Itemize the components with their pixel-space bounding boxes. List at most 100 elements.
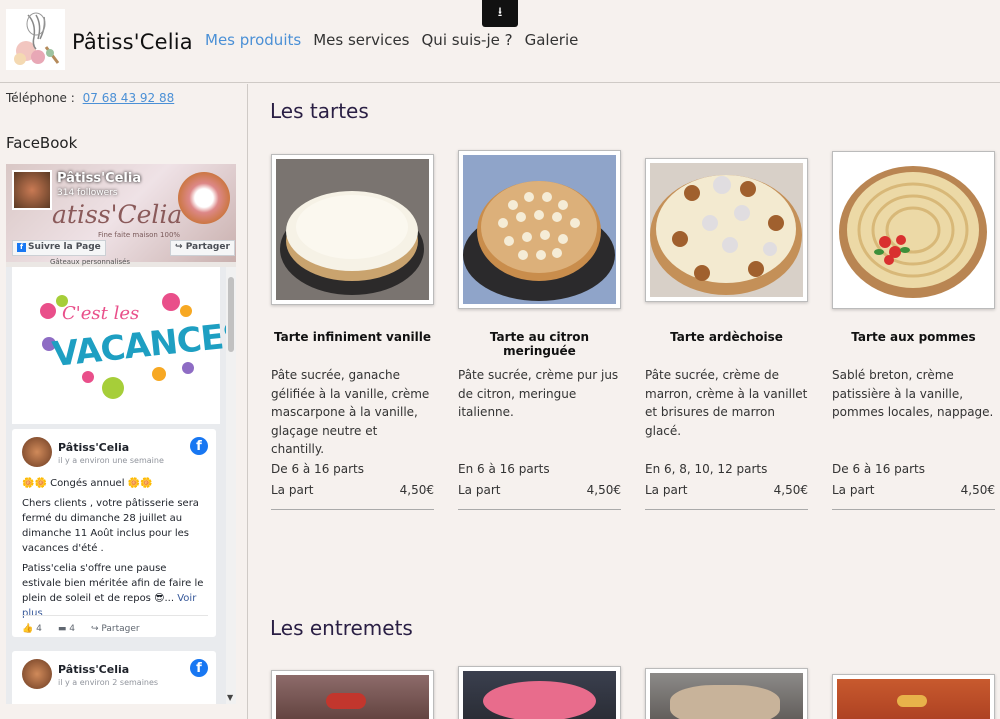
share-arrow-icon: ↪ <box>90 624 99 634</box>
product-name: Tarte ardèchoise <box>670 330 783 344</box>
phone-line: Téléphone : 07 68 43 92 88 <box>6 91 174 105</box>
post-body: 🌼🌼 Congés annuel 🌼🌼 Chers clients , votr… <box>22 476 208 626</box>
avatar[interactable] <box>22 659 52 689</box>
product-price-row: La part 4,50€ <box>645 483 808 510</box>
flower-decor <box>152 367 166 381</box>
phone-link[interactable]: 07 68 43 92 88 <box>83 91 175 105</box>
flower-decor <box>82 371 94 383</box>
facebook-logo-icon[interactable]: f <box>190 659 208 677</box>
product-description: Pâte sucrée, crème de marron, crème à la… <box>645 368 808 438</box>
post-title: 🌼🌼 Congés annuel 🌼🌼 <box>22 478 153 489</box>
product-image-frame[interactable] <box>271 154 434 305</box>
like-count: 4 <box>36 624 42 634</box>
product-card: Tarte au citron meringuée Pâte sucrée, c… <box>458 150 621 514</box>
facebook-heading: FaceBook <box>6 134 78 152</box>
product-portions: En 6, 8, 10, 12 parts <box>645 462 768 476</box>
post-time[interactable]: il y a environ une semaine <box>58 456 164 465</box>
flower-decor <box>182 362 194 374</box>
section-title-entremets: Les entremets <box>270 616 413 640</box>
product-price-row: La part 4,50€ <box>832 483 995 510</box>
cake-decor <box>670 685 780 719</box>
product-description: Pâte sucrée, ganache gélifiée à la vanil… <box>271 368 430 456</box>
nav-qui-suis-je[interactable]: Qui suis-je ? <box>422 31 513 49</box>
fb-followers: 314 followers <box>57 188 118 198</box>
product-image-frame[interactable] <box>271 670 434 719</box>
fb-post[interactable]: Pâtiss'Celia il y a environ 2 semaines f <box>12 651 216 704</box>
product-image-frame[interactable] <box>458 150 621 309</box>
comment-count: 4 <box>69 624 75 634</box>
product-image-frame[interactable] <box>458 666 621 719</box>
product-name: Tarte au citron meringuée <box>489 330 590 358</box>
facebook-logo-icon[interactable]: f <box>190 437 208 455</box>
post-time[interactable]: il y a environ 2 semaines <box>58 678 158 687</box>
nav-mes-produits[interactable]: Mes produits <box>205 31 301 49</box>
product-image <box>650 673 803 719</box>
share-arrow-icon: ↪ <box>175 242 183 252</box>
fb-timeline[interactable]: C'est les VACANCES Pâtiss'Celia il y a e… <box>6 267 236 704</box>
product-price-row: La part 4,50€ <box>458 483 621 510</box>
facebook-widget: atiss'Celia Fine faite maison 100% Pâtis… <box>6 164 236 704</box>
fb-scrollbar[interactable]: ▼ <box>226 267 236 704</box>
product-portions: De 6 à 16 parts <box>832 462 925 476</box>
banner-line-1: C'est les <box>62 303 140 324</box>
site-logo[interactable] <box>6 9 65 70</box>
product-image-frame[interactable] <box>645 158 808 302</box>
comment-action[interactable]: ▬ 4 <box>58 624 75 634</box>
price-value: 4,50€ <box>399 483 434 497</box>
thumbs-up-icon: 👍 <box>22 624 34 634</box>
cake-decor <box>483 681 596 719</box>
product-description: Pâte sucrée, crème pur jus de citron, me… <box>458 368 619 419</box>
avatar[interactable] <box>22 437 52 467</box>
product-portions: De 6 à 16 parts <box>271 462 364 476</box>
cover-cake-image <box>178 172 230 224</box>
price-value: 4,50€ <box>960 483 995 497</box>
flower-decor <box>102 377 124 399</box>
like-action[interactable]: 👍 4 <box>22 624 42 634</box>
post-author[interactable]: Pâtiss'Celia <box>58 441 129 454</box>
vacances-banner-image[interactable]: C'est les VACANCES <box>12 267 236 424</box>
download-icon[interactable]: ⭳ <box>482 0 518 27</box>
cover-tagline: Fine faite maison 100% <box>98 231 181 239</box>
price-unit: La part <box>271 483 314 497</box>
phone-label: Téléphone : <box>6 91 75 105</box>
fb-page-name[interactable]: Pâtiss'Celia <box>57 171 141 186</box>
cake-decor <box>326 693 366 709</box>
product-description: Sablé breton, crème patissière à la vani… <box>832 368 994 419</box>
main-content: Les tartes Tarte infiniment vanille Pâte… <box>249 84 1000 719</box>
post-paragraph: Patiss'celia s'offre une pause estivale … <box>22 561 208 621</box>
flower-decor <box>162 293 180 311</box>
nav-mes-services[interactable]: Mes services <box>313 31 409 49</box>
price-value: 4,50€ <box>773 483 808 497</box>
fb-follow-button[interactable]: f Suivre la Page <box>12 240 106 256</box>
fb-share-label: Partager <box>185 242 230 252</box>
comment-icon: ▬ <box>57 624 67 634</box>
site-header: Pâtiss'Celia Mes produits Mes services Q… <box>0 0 1000 83</box>
sidebar: Téléphone : 07 68 43 92 88 FaceBook atis… <box>0 84 248 719</box>
fb-share-button[interactable]: ↪ Partager <box>170 240 235 256</box>
fb-cover[interactable]: atiss'Celia Fine faite maison 100% Pâtis… <box>6 164 236 266</box>
share-action[interactable]: ↪ Partager <box>91 624 140 634</box>
product-image <box>276 159 429 300</box>
post-paragraph: Chers clients , votre pâtisserie sera fe… <box>22 498 199 554</box>
flower-decor <box>180 305 192 317</box>
price-value: 4,50€ <box>586 483 621 497</box>
product-image <box>650 163 803 297</box>
product-image-frame[interactable] <box>832 674 995 719</box>
flower-decor <box>40 303 56 319</box>
nav-galerie[interactable]: Galerie <box>525 31 579 49</box>
scroll-down-arrow-icon[interactable]: ▼ <box>227 693 233 702</box>
product-name: Tarte aux pommes <box>851 330 976 344</box>
product-image-frame[interactable] <box>645 668 808 719</box>
product-image-frame[interactable] <box>832 151 995 309</box>
product-card: Tarte ardèchoise Pâte sucrée, crème de m… <box>645 158 808 514</box>
site-brand[interactable]: Pâtiss'Celia <box>72 30 193 54</box>
product-price-row: La part 4,50€ <box>271 483 434 510</box>
cover-subtitle: Gâteaux personnalisés <box>50 258 131 266</box>
post-actions: 👍 4 ▬ 4 ↪ Partager <box>22 615 208 634</box>
fb-page-thumbnail[interactable] <box>12 170 52 210</box>
scrollbar-thumb[interactable] <box>228 277 234 352</box>
fb-post[interactable]: Pâtiss'Celia il y a environ une semaine … <box>12 429 216 637</box>
product-card: Tarte infiniment vanille Pâte sucrée, ga… <box>271 154 434 514</box>
post-author[interactable]: Pâtiss'Celia <box>58 663 129 676</box>
cake-decor <box>897 695 927 707</box>
